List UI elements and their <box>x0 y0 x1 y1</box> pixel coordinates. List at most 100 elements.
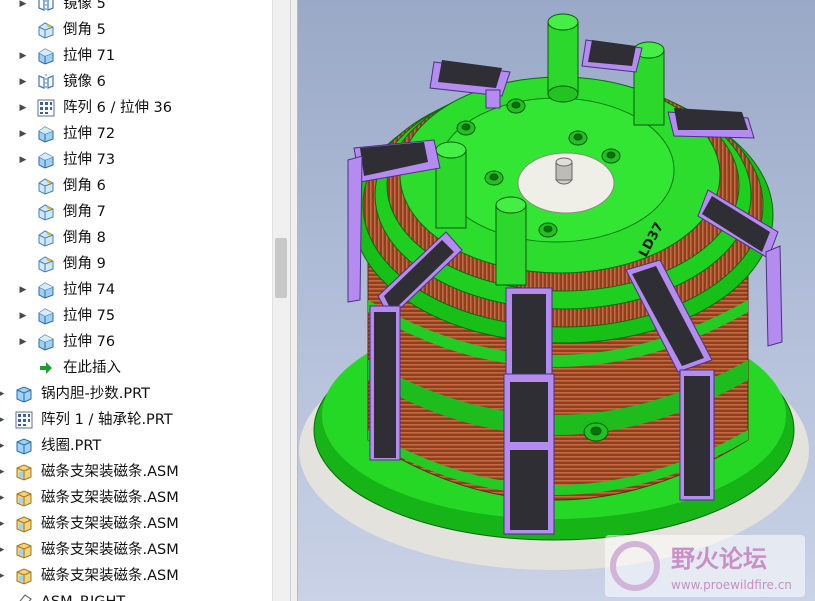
tree-item[interactable]: ▶ 线圈.PRT <box>0 433 101 459</box>
mirror-icon <box>37 0 55 13</box>
expand-arrow-icon[interactable]: ▶ <box>18 0 28 17</box>
tree-item[interactable]: 在此插入 <box>18 355 121 381</box>
assembly-icon <box>15 515 33 533</box>
watermark-title: 野火论坛 <box>671 545 767 573</box>
expand-arrow-icon[interactable]: ▶ <box>0 407 6 433</box>
tree-item[interactable]: 倒角 5 <box>18 17 106 43</box>
extrude-icon <box>37 125 55 143</box>
pattern-icon <box>37 99 55 117</box>
pattern-icon <box>15 411 33 429</box>
tree-item[interactable]: 倒角 7 <box>18 199 106 225</box>
extrude-icon <box>37 47 55 65</box>
tree-item-label: 磁条支架装磁条.ASM <box>41 464 179 480</box>
expand-arrow-icon[interactable]: ▶ <box>18 43 28 69</box>
tree-item-label: 在此插入 <box>63 360 121 376</box>
tree-item-label: 拉伸 75 <box>63 308 116 324</box>
tree-item[interactable]: ▶ 磁条支架装磁条.ASM <box>0 511 179 537</box>
tree-item[interactable]: ▶ 磁条支架装磁条.ASM <box>0 537 179 563</box>
center-shaft-top <box>555 157 573 167</box>
tree-item[interactable]: ▶ 拉伸 74 <box>18 277 115 303</box>
tree-item[interactable]: ASM_RIGHT <box>0 589 125 601</box>
scrollbar-thumb[interactable] <box>275 238 287 298</box>
tree-item-label: 线圈.PRT <box>41 438 102 454</box>
tree-item-label: 镜像 6 <box>63 74 106 90</box>
no-expand-spacer <box>18 225 28 251</box>
no-expand-spacer <box>18 199 28 225</box>
tree-item[interactable]: ▶ 拉伸 75 <box>18 303 115 329</box>
assembly-icon <box>15 463 33 481</box>
chamfer-icon <box>37 177 55 195</box>
tree-item-label: 拉伸 73 <box>63 152 116 168</box>
tree-item[interactable]: ▶ 拉伸 72 <box>18 121 115 147</box>
graphics-window[interactable]: LD37 野火论坛 www.proewildfire.cn <box>298 0 815 601</box>
mirror-icon <box>37 73 55 91</box>
tree-item-label: 锅内胆-抄数.PRT <box>41 386 150 402</box>
tree-item[interactable]: ▶ 阵列 1 / 轴承轮.PRT <box>0 407 173 433</box>
tree-item[interactable]: ▶ 阵列 6 / 拉伸 36 <box>18 95 172 121</box>
extrude-icon <box>37 281 55 299</box>
tree-item-label: 倒角 5 <box>63 22 106 38</box>
model-tree[interactable]: ▶ 镜像 5 倒角 5 ▶ 拉伸 71 ▶ 镜像 6 ▶ 阵列 6 / 拉伸 36 ▶ 拉伸 72 ▶… <box>0 0 272 601</box>
expand-arrow-icon[interactable]: ▶ <box>18 147 28 173</box>
expand-arrow-icon[interactable]: ▶ <box>0 485 6 511</box>
datum-plane-icon <box>15 593 33 601</box>
chamfer-icon <box>37 21 55 39</box>
no-expand-spacer <box>0 589 6 601</box>
expand-arrow-icon[interactable]: ▶ <box>18 303 28 329</box>
expand-arrow-icon[interactable]: ▶ <box>0 459 6 485</box>
tree-item-label: 倒角 6 <box>63 178 106 194</box>
tree-item-label: 镜像 5 <box>63 0 106 12</box>
expand-arrow-icon[interactable]: ▶ <box>0 511 6 537</box>
tree-item[interactable]: ▶ 磁条支架装磁条.ASM <box>0 485 179 511</box>
tree-item[interactable]: ▶ 磁条支架装磁条.ASM <box>0 459 179 485</box>
tree-item-label: 磁条支架装磁条.ASM <box>41 568 179 584</box>
assembly-icon <box>15 489 33 507</box>
chamfer-icon <box>37 203 55 221</box>
assembly-icon <box>15 567 33 585</box>
tree-item-label: 倒角 8 <box>63 230 106 246</box>
tree-item[interactable]: ▶ 锅内胆-抄数.PRT <box>0 381 150 407</box>
tree-item-label: 拉伸 76 <box>63 334 116 350</box>
part-icon <box>15 437 33 455</box>
extrude-icon <box>37 307 55 325</box>
extrude-icon <box>37 151 55 169</box>
tree-item[interactable]: ▶ 磁条支架装磁条.ASM <box>0 563 179 589</box>
watermark-url: www.proewildfire.cn <box>671 578 792 592</box>
expand-arrow-icon[interactable]: ▶ <box>18 121 28 147</box>
no-expand-spacer <box>18 173 28 199</box>
tree-item-label: 拉伸 72 <box>63 126 116 142</box>
expand-arrow-icon[interactable]: ▶ <box>0 537 6 563</box>
assembly-icon <box>15 541 33 559</box>
expand-arrow-icon[interactable]: ▶ <box>0 381 6 407</box>
tree-item[interactable]: ▶ 拉伸 71 <box>18 43 115 69</box>
tree-item-label: 拉伸 71 <box>63 48 116 64</box>
tree-item[interactable]: 倒角 8 <box>18 225 106 251</box>
tree-item-label: 磁条支架装磁条.ASM <box>41 516 179 532</box>
part-icon <box>15 385 33 403</box>
tree-item[interactable]: 倒角 9 <box>18 251 106 277</box>
expand-arrow-icon[interactable]: ▶ <box>0 433 6 459</box>
tree-item-label: ASM_RIGHT <box>41 589 125 601</box>
no-expand-spacer <box>18 251 28 277</box>
tree-item-label: 阵列 6 / 拉伸 36 <box>63 100 172 116</box>
tree-item[interactable]: ▶ 拉伸 76 <box>18 329 115 355</box>
tree-item-label: 拉伸 74 <box>63 282 116 298</box>
tree-item[interactable]: ▶ 镜像 5 <box>18 0 106 17</box>
tree-item[interactable]: ▶ 拉伸 73 <box>18 147 115 173</box>
no-expand-spacer <box>18 355 28 381</box>
expand-arrow-icon[interactable]: ▶ <box>18 69 28 95</box>
tree-scrollbar[interactable] <box>272 0 290 601</box>
expand-arrow-icon[interactable]: ▶ <box>18 329 28 355</box>
3d-model-view[interactable]: LD37 <box>298 0 815 601</box>
extrude-icon <box>37 333 55 351</box>
pane-splitter[interactable] <box>290 0 298 601</box>
tree-item-label: 阵列 1 / 轴承轮.PRT <box>41 412 173 428</box>
expand-arrow-icon[interactable]: ▶ <box>18 95 28 121</box>
tree-item-label: 磁条支架装磁条.ASM <box>41 542 179 558</box>
expand-arrow-icon[interactable]: ▶ <box>0 563 6 589</box>
tree-item[interactable]: 倒角 6 <box>18 173 106 199</box>
expand-arrow-icon[interactable]: ▶ <box>18 277 28 303</box>
tree-item[interactable]: ▶ 镜像 6 <box>18 69 106 95</box>
forum-watermark: 野火论坛 www.proewildfire.cn <box>605 535 805 597</box>
insert-here-icon <box>37 359 55 377</box>
